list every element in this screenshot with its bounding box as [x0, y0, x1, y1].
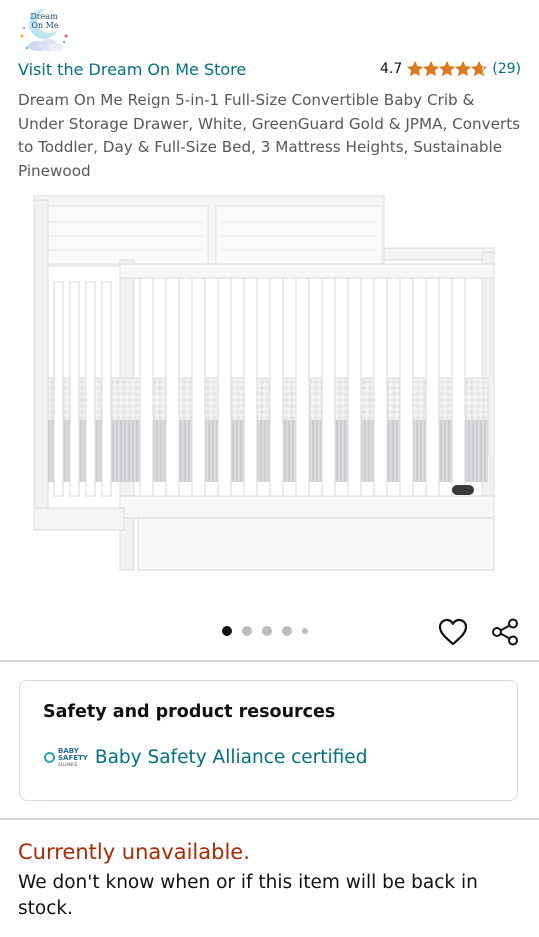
safety-resources-card: Safety and product resources BABY SAFETY…	[19, 680, 518, 801]
visit-store-link[interactable]: Visit the Dream On Me Store	[18, 60, 246, 79]
share-button[interactable]	[490, 617, 520, 647]
moon-logo-icon: Dream On Me	[20, 9, 68, 51]
svg-text:On Me: On Me	[31, 21, 58, 30]
section-divider	[0, 660, 539, 662]
svg-text:Dream: Dream	[30, 12, 58, 21]
image-carousel-dots[interactable]	[222, 626, 308, 636]
heart-icon	[438, 618, 468, 646]
certification-link[interactable]: BABY SAFETY ALLIANCE Baby Safety Allianc…	[44, 747, 367, 768]
carousel-dot[interactable]	[262, 626, 272, 636]
star-rating	[407, 61, 488, 77]
star-icon	[439, 61, 456, 77]
brand-logo[interactable]: Dream On Me	[16, 6, 72, 54]
section-divider	[0, 818, 539, 820]
rating-count-link[interactable]: (29)	[492, 61, 521, 77]
availability-status: Currently unavailable.	[18, 840, 250, 864]
certification-text[interactable]: Baby Safety Alliance certified	[95, 747, 368, 768]
baby-safety-alliance-logo-icon: BABY SAFETY ALLIANCE	[44, 748, 88, 767]
share-icon	[492, 618, 518, 646]
star-icon	[471, 61, 488, 77]
wishlist-button[interactable]	[437, 617, 469, 647]
star-icon	[455, 61, 472, 77]
carousel-dot[interactable]	[242, 626, 252, 636]
carousel-dot[interactable]	[302, 628, 308, 634]
availability-message: We don't know when or if this item will …	[18, 872, 478, 919]
product-title: Dream On Me Reign 5-in-1 Full-Size Conve…	[18, 91, 521, 180]
star-icon	[407, 61, 424, 77]
product-image[interactable]	[28, 190, 498, 585]
crib-image-icon	[33, 195, 495, 571]
safety-heading: Safety and product resources	[43, 702, 336, 722]
carousel-dot[interactable]	[222, 626, 232, 636]
carousel-dot[interactable]	[282, 626, 292, 636]
rating-value: 4.7	[379, 61, 403, 77]
star-icon	[423, 61, 440, 77]
rating-summary[interactable]: 4.7 (29)	[380, 61, 521, 77]
